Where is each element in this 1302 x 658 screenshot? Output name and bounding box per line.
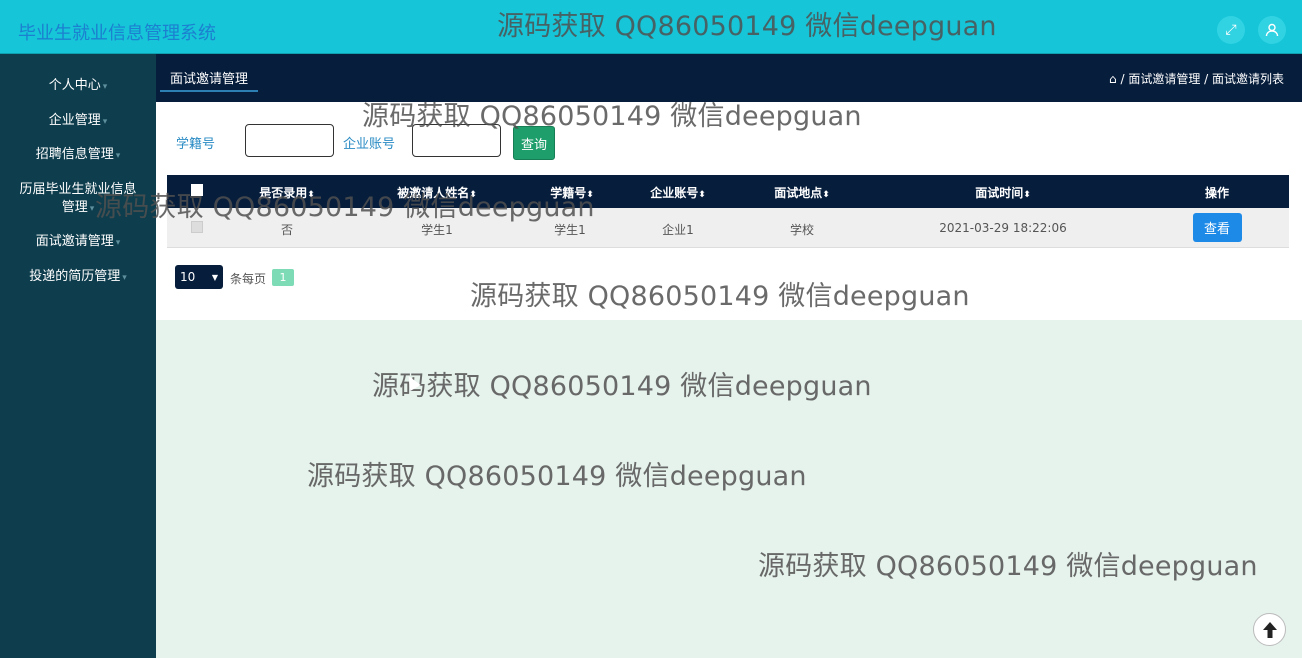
view-button[interactable]: 查看 <box>1192 213 1242 242</box>
col-action: 操作 <box>1204 186 1229 200</box>
sidebar: 个人中心 ▾ 企业管理 ▾ 招聘信息管理 ▾ 历届毕业生就业信息管理 ▾ 面试邀请管理 ▾… <box>0 54 156 658</box>
page-size-select[interactable]: 10 ▼ <box>175 265 223 289</box>
sidebar-item-company[interactable]: 企业管理 ▾ <box>0 112 156 131</box>
watermark: 源码获取 QQ86050149 微信deepguan <box>362 101 862 132</box>
sidebar-item-label: 面试邀请管理 <box>35 234 114 249</box>
student-id-input[interactable] <box>245 124 334 157</box>
chevron-down-icon: ▾ <box>89 204 95 214</box>
sidebar-item-resumes[interactable]: 投递的简历管理 ▾ <box>0 268 156 287</box>
col-time[interactable]: 面试时间⬍ <box>943 184 1063 201</box>
cell-location: 学校 <box>789 223 814 237</box>
expand-icon[interactable]: ⤢ <box>1217 16 1245 44</box>
sidebar-item-label: 企业管理 <box>48 113 101 128</box>
watermark: 源码获取 QQ86050149 微信deepguan <box>497 11 997 42</box>
sidebar-item-label: 投递的简历管理 <box>29 269 121 284</box>
sidebar-item-label: 个人中心 <box>48 78 101 93</box>
col-location[interactable]: 面试地点⬍ <box>757 184 847 201</box>
watermark: 源码获取 QQ86050149 微信deepguan <box>470 281 970 312</box>
cell-time: 2021-03-29 18:22:06 <box>939 221 1067 235</box>
col-company[interactable]: 企业账号⬍ <box>633 184 723 201</box>
watermark: 源码获取 QQ86050149 微信deepguan <box>372 371 872 402</box>
app-title: 毕业生就业信息管理系统 <box>18 23 216 44</box>
chevron-down-icon: ▾ <box>102 117 108 127</box>
sidebar-item-label: 招聘信息管理 <box>35 147 114 162</box>
back-to-top-button[interactable] <box>1253 613 1286 646</box>
home-icon[interactable]: ⌂ <box>1109 72 1117 86</box>
chevron-down-icon: ▾ <box>122 273 127 283</box>
sidebar-item-personal-center[interactable]: 个人中心 ▾ <box>0 77 156 96</box>
user-icon[interactable] <box>1258 16 1286 44</box>
watermark: 源码获取 QQ86050149 微信deepguan <box>307 461 807 492</box>
company-account-label: 企业账号 <box>343 137 396 152</box>
chevron-down-icon: ▾ <box>102 82 108 92</box>
breadcrumb-text: / 面试邀请管理 / 面试邀请列表 <box>1120 72 1284 86</box>
breadcrumb: ⌂ / 面试邀请管理 / 面试邀请列表 <box>1109 70 1284 87</box>
watermark: 源码获取 QQ86050149 微信deepguan <box>758 551 1258 582</box>
cell-company: 企业1 <box>662 223 694 237</box>
tab-interview-management[interactable]: 面试邀请管理 <box>160 68 259 92</box>
student-id-label: 学籍号 <box>176 137 216 152</box>
sidebar-item-interview[interactable]: 面试邀请管理 ▾ <box>0 233 156 252</box>
page-number-button[interactable]: 1 <box>272 269 294 286</box>
chevron-down-icon: ▼ <box>211 272 218 282</box>
chevron-down-icon: ▾ <box>115 238 121 248</box>
chevron-down-icon: ▾ <box>115 151 121 161</box>
watermark: 源码获取 QQ86050149 微信deepguan <box>95 192 595 223</box>
sidebar-item-recruitment[interactable]: 招聘信息管理 ▾ <box>0 146 156 165</box>
per-page-label: 条每页 <box>230 272 267 286</box>
